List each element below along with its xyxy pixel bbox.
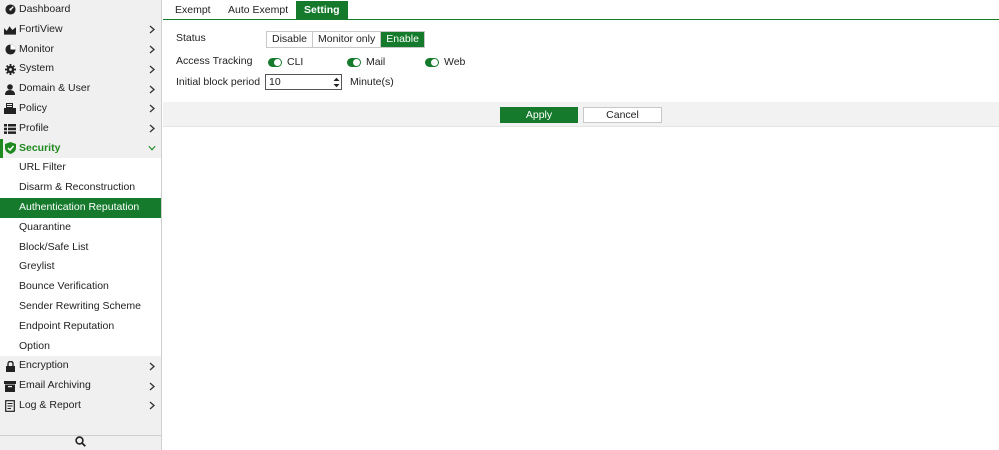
security-submenu: URL Filter Disarm & Reconstruction Authe… (0, 158, 161, 357)
web-toggle-label: Web (444, 56, 466, 68)
sidebar-item-encryption[interactable]: Encryption (0, 356, 161, 376)
sidebar-item-fortiview[interactable]: FortiView (0, 20, 161, 40)
sidebar-item-label: Profile (19, 121, 49, 134)
access-tracking-label: Access Tracking (176, 55, 253, 67)
tab-exempt[interactable]: Exempt (167, 1, 219, 20)
sidebar-subitem-sender-rewriting-scheme[interactable]: Sender Rewriting Scheme (0, 297, 161, 317)
sidebar-item-system[interactable]: System (0, 59, 161, 79)
status-segmented-control: Disable Monitor only Enable (266, 31, 425, 48)
sidebar-subitem-endpoint-reputation[interactable]: Endpoint Reputation (0, 317, 161, 337)
web-tracking-control: Web (425, 55, 465, 69)
chevron-right-icon (148, 99, 156, 119)
shield-icon (4, 139, 16, 159)
web-toggle[interactable] (425, 57, 439, 67)
user-icon (4, 79, 16, 99)
status-label: Status (176, 32, 206, 44)
sidebar-item-log-report[interactable]: Log & Report (0, 396, 161, 416)
block-period-input[interactable]: 10 (265, 74, 342, 90)
status-monitor-only-button[interactable]: Monitor only (313, 32, 382, 47)
chevron-right-icon (148, 396, 156, 416)
sidebar-subitem-url-filter[interactable]: URL Filter (0, 158, 161, 178)
sidebar-subitem-quarantine[interactable]: Quarantine (0, 218, 161, 238)
sidebar-subitem-option[interactable]: Option (0, 337, 161, 357)
mail-tracking-control: Mail (347, 55, 385, 69)
sidebar-item-email-archiving[interactable]: Email Archiving (0, 376, 161, 396)
mail-toggle[interactable] (347, 57, 361, 67)
sidebar: Dashboard FortiView Monitor System Domai… (0, 0, 162, 450)
chevron-right-icon (148, 40, 156, 60)
sidebar-item-label: FortiView (19, 22, 63, 35)
spinner-icon[interactable] (331, 75, 341, 89)
apply-button[interactable]: Apply (500, 107, 578, 123)
action-bar: Apply Cancel (163, 102, 999, 127)
lock-icon (4, 356, 16, 376)
sidebar-item-label: Log & Report (19, 398, 81, 411)
policy-icon (4, 99, 16, 119)
sidebar-item-security[interactable]: Security (0, 138, 161, 159)
sidebar-subitem-greylist[interactable]: Greylist (0, 257, 161, 277)
report-icon (4, 396, 16, 416)
block-period-value: 10 (269, 76, 281, 88)
dashboard-icon (4, 0, 16, 20)
cli-toggle-label: CLI (287, 56, 304, 68)
sidebar-item-label: Encryption (19, 359, 69, 372)
block-period-unit: Minute(s) (350, 76, 394, 88)
chevron-right-icon (148, 59, 156, 79)
status-enable-button[interactable]: Enable (381, 32, 424, 47)
sidebar-subitem-disarm-reconstruction[interactable]: Disarm & Reconstruction (0, 178, 161, 198)
cli-toggle[interactable] (268, 57, 282, 67)
cancel-button[interactable]: Cancel (583, 107, 662, 123)
tab-setting[interactable]: Setting (296, 1, 348, 20)
tab-bar: Exempt Auto Exempt Setting (163, 0, 999, 20)
sidebar-item-profile[interactable]: Profile (0, 119, 161, 139)
archive-icon (4, 376, 16, 396)
sidebar-item-dashboard[interactable]: Dashboard (0, 0, 161, 20)
sidebar-subitem-block-safe-list[interactable]: Block/Safe List (0, 238, 161, 258)
sidebar-item-label: Dashboard (19, 3, 71, 15)
mail-toggle-label: Mail (366, 56, 386, 68)
chevron-right-icon (148, 119, 156, 139)
sidebar-item-label: Email Archiving (19, 379, 91, 392)
status-disable-button[interactable]: Disable (267, 32, 314, 47)
sidebar-search-button[interactable] (0, 435, 161, 450)
sidebar-item-label: Policy (19, 101, 48, 114)
sidebar-item-policy[interactable]: Policy (0, 99, 161, 119)
main-content: Exempt Auto Exempt Setting Status Disabl… (163, 0, 999, 450)
sidebar-subitem-bounce-verification[interactable]: Bounce Verification (0, 277, 161, 297)
sidebar-subitem-authentication-reputation[interactable]: Authentication Reputation (0, 197, 161, 218)
chevron-right-icon (148, 79, 156, 99)
sidebar-item-monitor[interactable]: Monitor (0, 40, 161, 60)
gear-icon (4, 59, 16, 79)
sidebar-item-domain-user[interactable]: Domain & User (0, 79, 161, 99)
chevron-down-icon (148, 139, 156, 159)
sidebar-item-label: System (19, 62, 55, 75)
sidebar-item-label: Security (19, 141, 61, 154)
search-icon (75, 436, 86, 450)
tab-auto-exempt[interactable]: Auto Exempt (220, 1, 296, 20)
monitor-icon (4, 40, 16, 60)
fortiview-icon (4, 20, 16, 40)
block-period-label: Initial block period (176, 76, 261, 88)
list-icon (4, 119, 16, 139)
app-window: Dashboard FortiView Monitor System Domai… (0, 0, 999, 450)
chevron-right-icon (148, 20, 156, 40)
sidebar-item-label: Domain & User (19, 82, 91, 95)
chevron-right-icon (148, 356, 156, 376)
cli-tracking-control: CLI (268, 55, 303, 69)
chevron-right-icon (148, 376, 156, 396)
sidebar-item-label: Monitor (19, 42, 55, 55)
